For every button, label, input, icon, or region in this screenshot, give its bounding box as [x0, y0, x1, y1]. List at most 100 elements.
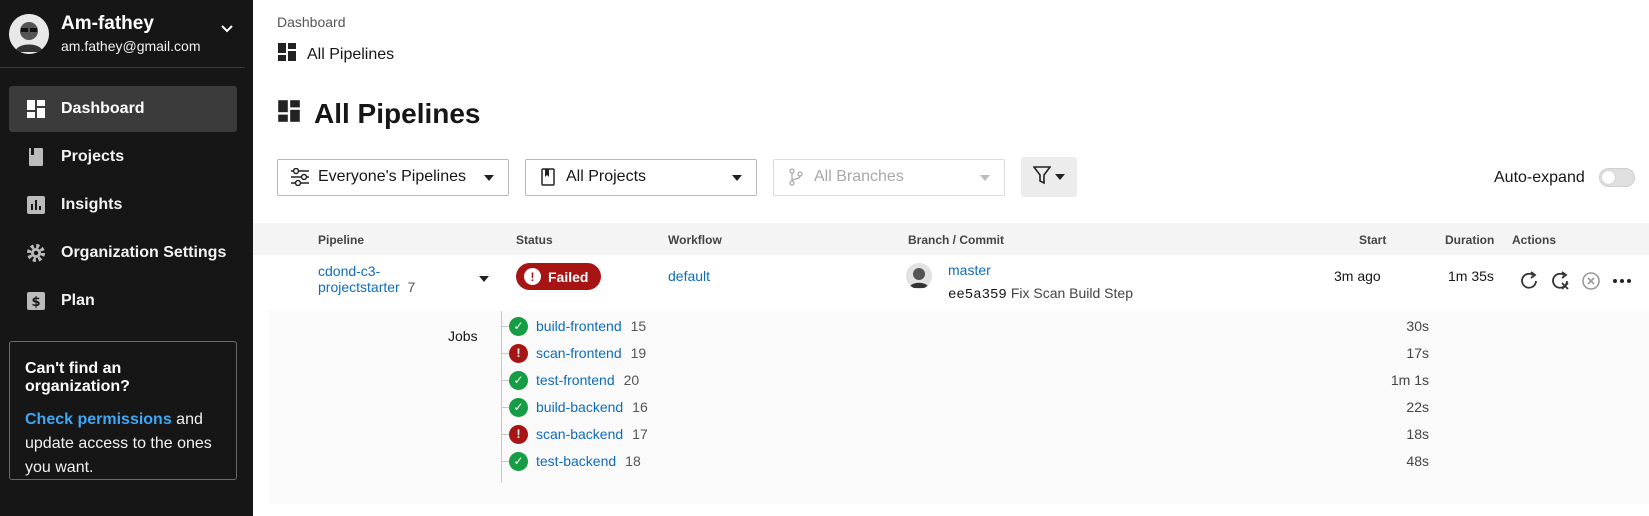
sidebar-item-dashboard[interactable]: Dashboard — [9, 86, 237, 132]
exclamation-icon: ! — [509, 424, 528, 444]
check-permissions-link[interactable]: Check permissions — [25, 411, 172, 428]
job-link[interactable]: test-frontend — [536, 372, 615, 388]
job-link[interactable]: test-backend — [536, 453, 616, 469]
check-icon: ✓ — [509, 370, 528, 390]
list-item: ✓ test-frontend 20 1m 1s — [501, 368, 1649, 392]
pipeline-number: 7 — [407, 279, 416, 295]
dashboard-icon — [25, 98, 47, 120]
sidebar-item-label: Insights — [61, 196, 123, 213]
sidebar-item-label: Plan — [61, 292, 95, 309]
svg-text:$: $ — [31, 295, 40, 310]
auto-expand: Auto-expand — [1494, 168, 1635, 187]
job-number: 17 — [632, 426, 648, 442]
avatar — [906, 263, 932, 289]
gear-icon — [25, 242, 47, 264]
filter-button[interactable] — [1021, 157, 1077, 197]
pipeline-link[interactable]: cdond-c3-projectstarter — [318, 263, 400, 295]
tree-branch — [501, 461, 509, 462]
filter-icon — [1032, 165, 1052, 190]
sidebar-item-label: Projects — [61, 148, 125, 165]
breadcrumb[interactable]: Dashboard — [277, 14, 346, 30]
branch-link[interactable]: master — [948, 262, 991, 278]
exclamation-icon: ! — [524, 268, 541, 285]
caret-down-icon — [980, 174, 990, 181]
job-link[interactable]: build-frontend — [536, 318, 622, 334]
status-badge[interactable]: ! Failed — [516, 263, 602, 290]
avatar — [9, 13, 49, 54]
user-menu[interactable]: Am-fathey am.fathey@gmail.com — [0, 0, 245, 68]
tree-branch — [501, 326, 509, 327]
exclamation-icon: ! — [509, 343, 528, 363]
sliders-icon — [290, 168, 310, 186]
rerun-failed-icon[interactable] — [1548, 269, 1572, 293]
list-item: ✓ build-backend 16 22s — [501, 395, 1649, 419]
sidebar: Am-fathey am.fathey@gmail.com Dashboard … — [0, 0, 253, 516]
check-icon: ✓ — [509, 451, 528, 471]
projects-select[interactable]: All Projects — [525, 158, 757, 196]
job-link[interactable]: scan-frontend — [536, 345, 622, 361]
col-actions: Actions — [1512, 233, 1557, 247]
pipelines-select[interactable]: Everyone's Pipelines — [277, 158, 509, 196]
dashboard-icon — [277, 98, 301, 130]
branches-select-value: All Branches — [814, 168, 904, 185]
sidebar-item-projects[interactable]: Projects — [9, 134, 237, 180]
subtitle-text: All Pipelines — [307, 45, 395, 63]
card-text: Check permissions and update access to t… — [25, 408, 221, 480]
cancel-icon[interactable] — [1579, 269, 1603, 293]
sidebar-item-label: Dashboard — [61, 100, 145, 117]
expand-caret-icon[interactable] — [479, 276, 489, 282]
job-duration: 22s — [1406, 399, 1429, 415]
main-content: Dashboard All Pipelines All Pipelines Ev… — [253, 0, 1649, 516]
sidebar-item-insights[interactable]: Insights — [9, 182, 237, 228]
job-link[interactable]: build-backend — [536, 399, 623, 415]
rerun-icon[interactable] — [1517, 269, 1541, 293]
job-link[interactable]: scan-backend — [536, 426, 623, 442]
pipelines-select-value: Everyone's Pipelines — [318, 168, 467, 185]
job-duration: 48s — [1406, 453, 1429, 469]
col-start: Start — [1359, 233, 1387, 247]
auto-expand-toggle[interactable] — [1598, 168, 1635, 187]
branches-select[interactable]: All Branches — [773, 158, 1005, 196]
more-icon[interactable] — [1610, 269, 1634, 293]
chevron-down-icon[interactable] — [220, 22, 234, 41]
job-duration: 1m 1s — [1390, 372, 1429, 388]
user-name: Am-fathey — [61, 12, 154, 34]
sidebar-nav: Dashboard Projects Insights Organization… — [0, 86, 253, 324]
duration: 1m 35s — [1448, 268, 1494, 284]
page-subtitle: All Pipelines — [277, 42, 394, 67]
title-text: All Pipelines — [314, 98, 481, 129]
sidebar-item-organization-settings[interactable]: Organization Settings — [9, 230, 237, 276]
page-title: All Pipelines — [277, 98, 481, 130]
job-duration: 30s — [1406, 318, 1429, 334]
col-branch-commit: Branch / Commit — [908, 233, 1005, 247]
org-help-card: Can't find an organization? Check permis… — [9, 341, 237, 480]
list-item: ! scan-backend 17 18s — [501, 422, 1649, 446]
status-text: Failed — [548, 268, 589, 285]
job-number: 20 — [623, 372, 640, 388]
table-header: Pipeline Status Workflow Branch / Commit… — [253, 223, 1649, 255]
job-number: 15 — [630, 318, 647, 334]
check-icon: ✓ — [509, 316, 528, 336]
job-number: 19 — [630, 345, 647, 361]
tree-branch — [501, 353, 509, 354]
col-pipeline: Pipeline — [318, 233, 365, 247]
job-duration: 18s — [1406, 426, 1429, 442]
table-row: cdond-c3-projectstarter 7 ! Failed defau… — [253, 255, 1649, 311]
tree-branch — [501, 407, 509, 408]
commit-sha[interactable]: ee5a359 — [948, 287, 1007, 303]
col-duration: Duration — [1445, 233, 1495, 247]
card-title: Can't find an organization? — [25, 360, 130, 395]
book-icon — [25, 146, 47, 168]
caret-down-icon — [1055, 174, 1065, 180]
job-number: 18 — [625, 453, 641, 469]
tree-branch — [501, 434, 509, 435]
user-email: am.fathey@gmail.com — [61, 37, 201, 54]
job-number: 16 — [632, 399, 648, 415]
tree-branch — [501, 380, 509, 381]
sidebar-item-plan[interactable]: $ Plan — [9, 278, 237, 324]
dashboard-icon — [277, 42, 297, 67]
auto-expand-label: Auto-expand — [1494, 168, 1585, 186]
bar-chart-icon — [25, 194, 47, 216]
list-item: ! scan-frontend 19 17s — [501, 341, 1649, 365]
workflow-link[interactable]: default — [668, 268, 710, 284]
